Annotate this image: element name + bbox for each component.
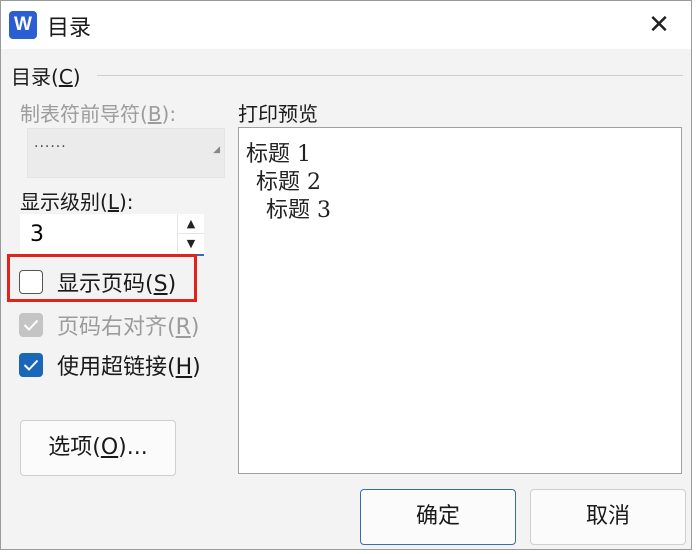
toc-dialog: W 目录 ✕ 目录(C) 制表符前导符(B): ...... ◢ 显示级别(L)… [0,0,692,550]
preview-heading-3: 标题 3 [266,198,331,223]
right-align-checkbox[interactable] [19,313,43,337]
show-page-numbers-checkbox[interactable] [19,270,43,294]
title-bar: W 目录 ✕ [1,1,691,49]
group-title-toc: 目录(C) [11,65,81,89]
print-preview-title: 打印预览 [238,102,318,126]
tab-leader-value: ...... [34,135,67,151]
spin-down-icon[interactable]: ▼ [177,234,204,253]
use-hyperlinks-checkbox[interactable] [19,353,43,377]
group-divider [97,75,683,76]
show-levels-spinbox[interactable]: ▲ ▼ [20,214,204,256]
spin-up-icon[interactable]: ▲ [177,214,204,234]
tab-leader-label: 制表符前导符(B): [20,102,177,126]
close-icon[interactable]: ✕ [639,5,679,45]
check-icon [23,319,39,331]
show-levels-label: 显示级别(L): [20,190,134,214]
dropdown-arrow-icon: ◢ [213,145,220,155]
word-app-icon: W [9,11,37,39]
print-preview-pane: 标题 1 标题 2 标题 3 [238,127,682,474]
right-align-label: 页码右对齐(R) [57,315,200,340]
check-icon [23,359,39,371]
cancel-button[interactable]: 取消 [530,489,686,545]
use-hyperlinks-label: 使用超链接(H) [57,355,201,380]
dialog-title: 目录 [47,16,92,41]
options-button[interactable]: 选项(O)... [20,420,176,476]
show-levels-input[interactable] [30,220,170,248]
show-page-numbers-label: 显示页码(S) [57,272,177,297]
tab-leader-select[interactable]: ...... ◢ [27,128,225,178]
ok-button[interactable]: 确定 [360,489,516,545]
